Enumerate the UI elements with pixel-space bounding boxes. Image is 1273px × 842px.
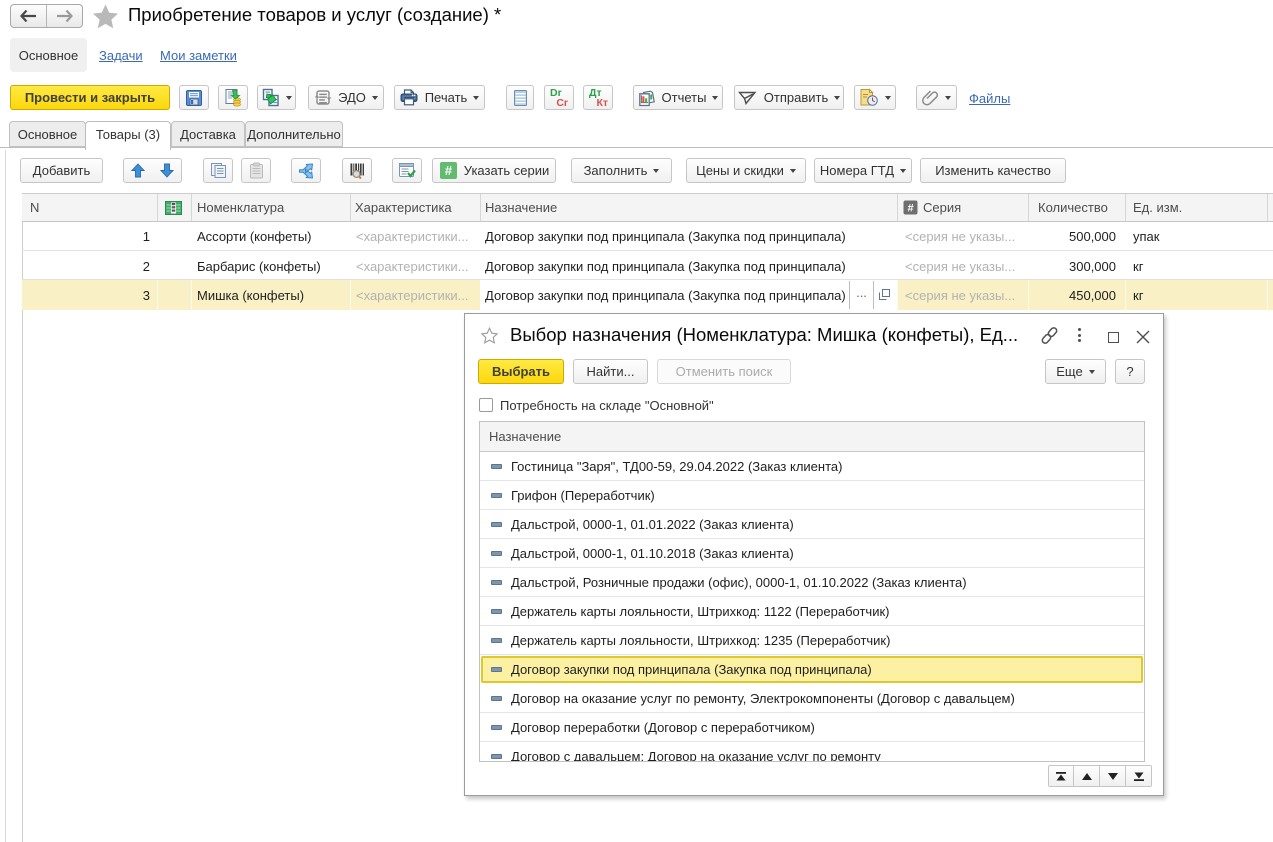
svg-text:#: # [445, 163, 453, 178]
svg-text:#: # [907, 203, 913, 215]
